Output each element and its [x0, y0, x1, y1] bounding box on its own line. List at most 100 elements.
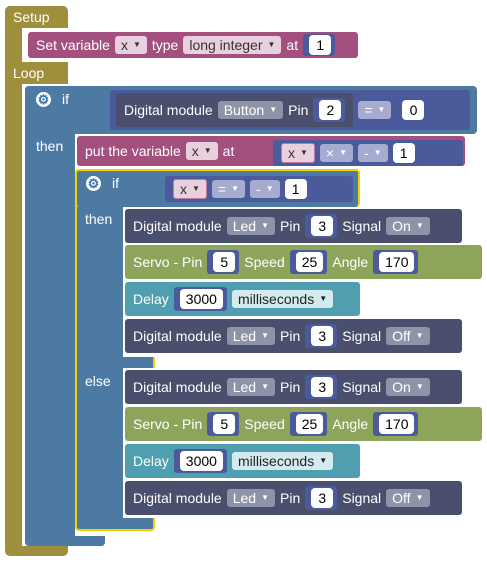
- angle-slot: 170: [373, 412, 419, 436]
- inner-condition-block[interactable]: x ▼ = ▼ - ▼ 1: [165, 176, 353, 202]
- delay-label: Delay: [133, 453, 169, 469]
- chevron-down-icon: ▼: [377, 105, 386, 114]
- cond-negate-dropdown[interactable]: - ▼: [250, 180, 280, 198]
- pin-label: Pin: [288, 102, 309, 118]
- pin-input[interactable]: 3: [311, 488, 334, 508]
- pin-slot: 3: [305, 375, 338, 399]
- compare-slot: 0: [396, 99, 429, 121]
- chevron-down-icon: ▼: [415, 493, 424, 502]
- chevron-down-icon: ▼: [339, 148, 348, 157]
- gear-icon[interactable]: ⚙: [36, 92, 51, 107]
- chevron-down-icon: ▼: [415, 382, 424, 391]
- cond-op-dropdown[interactable]: = ▼: [211, 180, 246, 198]
- then-led-off-block[interactable]: Digital module Led ▼ Pin 3 Signal Off ▼: [125, 319, 462, 353]
- compare-input[interactable]: 0: [402, 100, 425, 120]
- put-at-label: at: [222, 143, 235, 159]
- signal-dropdown[interactable]: On ▼: [386, 217, 430, 235]
- pin-label: Pin: [280, 490, 301, 506]
- module-dropdown[interactable]: Led ▼: [226, 378, 275, 396]
- servo-pin-input[interactable]: 5: [213, 252, 236, 272]
- speed-label: Speed: [244, 416, 285, 432]
- servo-pin-input[interactable]: 5: [213, 414, 236, 434]
- else-servo-block[interactable]: Servo - Pin 5 Speed 25 Angle 170: [125, 407, 482, 441]
- multiply-op-dropdown[interactable]: × ▼: [319, 144, 354, 162]
- delay-slot: 3000: [173, 287, 227, 311]
- then-servo-block[interactable]: Servo - Pin 5 Speed 25 Angle 170: [125, 245, 482, 279]
- cond-value-input[interactable]: 1: [284, 179, 307, 199]
- delay-slot: 3000: [173, 449, 227, 473]
- angle-slot: 170: [373, 250, 419, 274]
- angle-input[interactable]: 170: [379, 414, 415, 434]
- then-delay-block[interactable]: Delay 3000 milliseconds ▼: [125, 282, 360, 316]
- negate-op-dropdown[interactable]: - ▼: [358, 144, 388, 162]
- put-variable-dropdown[interactable]: x ▼: [185, 142, 218, 160]
- pin-input[interactable]: 2: [319, 100, 342, 120]
- type-label: type: [151, 37, 179, 53]
- inner-then-label: then: [85, 211, 113, 227]
- chevron-down-icon: ▼: [231, 184, 240, 193]
- servo-pin-slot: 5: [207, 250, 240, 274]
- pin-label: Pin: [280, 218, 301, 234]
- else-led-off-block[interactable]: Digital module Led ▼ Pin 3 Signal Off ▼: [125, 481, 462, 515]
- pin-input[interactable]: 3: [311, 216, 334, 236]
- type-dropdown[interactable]: long integer ▼: [183, 36, 282, 54]
- outer-condition-block[interactable]: Digital module Button ▼ Pin 2 = ▼ 0: [110, 90, 470, 130]
- put-variable-label: put the variable: [85, 143, 181, 159]
- module-label: Digital module: [124, 102, 213, 118]
- set-variable-block[interactable]: Set variable x ▼ type long integer ▼ at 1: [28, 32, 358, 58]
- chevron-down-icon: ▼: [261, 331, 269, 340]
- pin-slot: 2: [313, 98, 346, 122]
- delay-input[interactable]: 3000: [179, 289, 223, 309]
- module-dropdown[interactable]: Led ▼: [226, 489, 275, 507]
- loop-label: Loop: [13, 65, 45, 81]
- signal-dropdown[interactable]: Off ▼: [386, 489, 430, 507]
- pin-input[interactable]: 3: [311, 377, 334, 397]
- outer-then-label: then: [36, 138, 64, 154]
- delay-label: Delay: [133, 291, 169, 307]
- chevron-down-icon: ▼: [267, 40, 276, 49]
- module-dropdown[interactable]: Led ▼: [226, 217, 275, 235]
- setup-label: Setup: [13, 9, 50, 25]
- speed-slot: 25: [289, 250, 328, 274]
- else-led-on-block[interactable]: Digital module Led ▼ Pin 3 Signal On ▼: [125, 370, 462, 404]
- servo-pin-slot: 5: [207, 412, 240, 436]
- module-dropdown[interactable]: Button ▼: [217, 101, 284, 119]
- value-input[interactable]: 1: [309, 35, 332, 55]
- module-dropdown[interactable]: Led ▼: [226, 327, 275, 345]
- then-led-on-block[interactable]: Digital module Led ▼ Pin 3 Signal On ▼: [125, 209, 462, 243]
- negate-value-input[interactable]: 1: [392, 143, 415, 163]
- compare-op-dropdown[interactable]: = ▼: [358, 101, 392, 119]
- delay-unit-dropdown[interactable]: milliseconds ▼: [231, 452, 334, 470]
- button-module-block[interactable]: Digital module Button ▼ Pin 2: [116, 93, 354, 127]
- pin-label: Pin: [280, 328, 301, 344]
- signal-dropdown[interactable]: Off ▼: [386, 327, 430, 345]
- signal-dropdown[interactable]: On ▼: [386, 378, 430, 396]
- expr-variable-dropdown[interactable]: x ▼: [281, 143, 315, 163]
- pin-slot: 3: [305, 214, 338, 238]
- cond-variable-dropdown[interactable]: x ▼: [173, 179, 207, 199]
- speed-input[interactable]: 25: [295, 414, 324, 434]
- set-variable-label: Set variable: [36, 37, 110, 53]
- angle-input[interactable]: 170: [379, 252, 415, 272]
- pin-input[interactable]: 3: [311, 326, 334, 346]
- module-label: Digital module: [133, 379, 222, 395]
- value-slot: 1: [303, 34, 336, 56]
- module-label: Digital module: [133, 328, 222, 344]
- pin-slot: 3: [305, 324, 338, 348]
- else-delay-block[interactable]: Delay 3000 milliseconds ▼: [125, 444, 360, 478]
- speed-input[interactable]: 25: [295, 252, 324, 272]
- servo-label: Servo - Pin: [133, 416, 203, 432]
- chevron-down-icon: ▼: [319, 456, 328, 465]
- angle-label: Angle: [332, 254, 369, 270]
- outer-if-bottom: [25, 536, 105, 546]
- inner-if-label: if: [112, 175, 119, 191]
- delay-input[interactable]: 3000: [179, 451, 223, 471]
- multiply-expression-block[interactable]: x ▼ × ▼ - ▼ 1: [273, 140, 463, 166]
- delay-unit-dropdown[interactable]: milliseconds ▼: [231, 290, 334, 308]
- chevron-down-icon: ▼: [373, 148, 382, 157]
- speed-slot: 25: [289, 412, 328, 436]
- variable-dropdown[interactable]: x ▼: [114, 36, 147, 54]
- gear-icon[interactable]: ⚙: [86, 176, 101, 191]
- servo-label: Servo - Pin: [133, 254, 203, 270]
- chevron-down-icon: ▼: [132, 40, 141, 49]
